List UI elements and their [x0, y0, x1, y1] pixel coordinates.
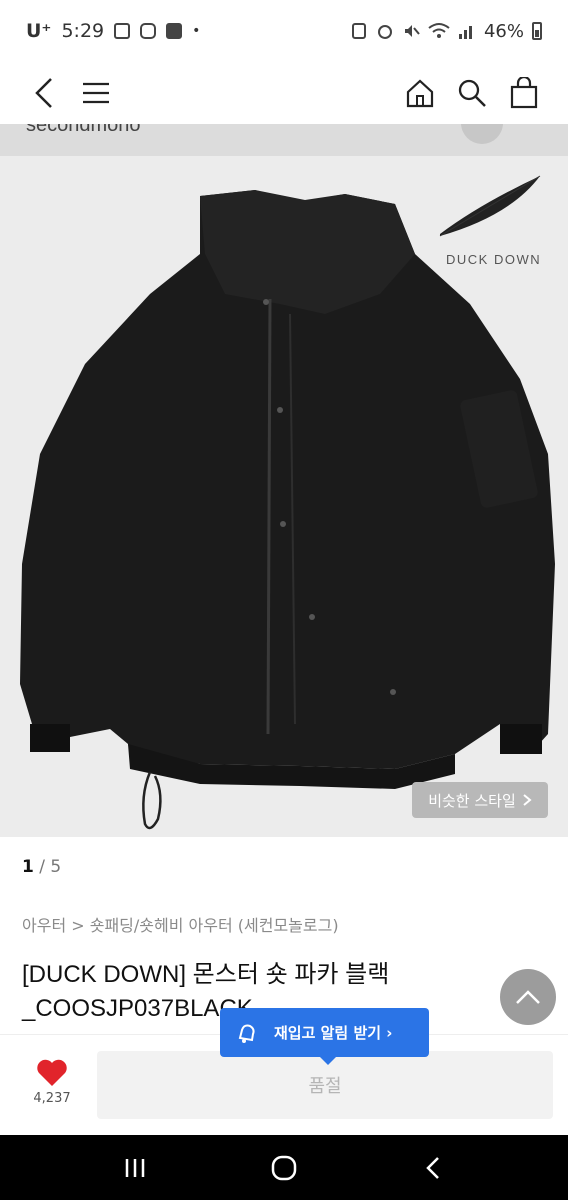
shopping-bag-icon [510, 77, 538, 109]
mute-icon [404, 25, 420, 37]
search-icon [458, 79, 486, 107]
battery-percent: 46% [483, 20, 524, 42]
status-right: 46% [350, 21, 542, 42]
heart-icon [37, 1059, 67, 1086]
home-circle-icon [271, 1155, 297, 1180]
like-count: 4,237 [33, 1091, 71, 1106]
status-left: U⁺ 5:29 • [26, 20, 200, 42]
recent-apps-button[interactable] [105, 1143, 165, 1193]
status-time: 5:29 [61, 20, 105, 42]
restock-alert-button[interactable]: 재입고 알림 받기 › [220, 1008, 429, 1065]
calendar-notification-icon [166, 23, 183, 39]
recycle-icon [351, 23, 366, 39]
search-button[interactable] [450, 71, 494, 115]
battery-icon [532, 22, 542, 40]
home-button[interactable] [398, 71, 442, 115]
scroll-top-button[interactable] [500, 969, 556, 1025]
menu-button[interactable] [74, 71, 118, 115]
alarm-icon [377, 25, 392, 39]
chevron-right-icon [523, 794, 532, 806]
product-jacket-image [20, 175, 555, 830]
home-nav-button[interactable] [254, 1143, 314, 1193]
recent-apps-icon [125, 1158, 144, 1177]
similar-style-button[interactable]: 비슷한 스타일 [412, 782, 548, 818]
soldout-label: 품절 [308, 1076, 342, 1097]
like-button[interactable]: 4,237 [22, 1059, 82, 1106]
product-image-carousel[interactable]: secondmono DUCK DOWN 비슷한 스타일 [0, 124, 568, 837]
pager-total: / 5 [39, 857, 62, 877]
gallery-notification-icon [114, 23, 131, 39]
nav-right [398, 71, 546, 115]
similar-style-label: 비슷한 스타일 [428, 791, 516, 810]
android-nav-bar [0, 1135, 568, 1200]
back-arrow-icon [35, 78, 52, 108]
bell-icon [238, 1024, 255, 1043]
image-pager: 1 / 5 [22, 857, 61, 877]
restock-alert-label: 재입고 알림 받기 › [274, 1024, 393, 1042]
breadcrumb[interactable]: 아우터 > 숏패딩/숏헤비 아우터 (세컨모놀로그) [22, 912, 339, 936]
signal-icon [458, 26, 472, 39]
pager-current: 1 [22, 857, 34, 877]
wifi-icon [428, 23, 450, 38]
cart-button[interactable] [502, 71, 546, 115]
instagram-notification-icon [140, 23, 157, 39]
top-nav [0, 62, 568, 124]
carrier-label: U⁺ [26, 20, 52, 42]
chevron-up-icon [516, 990, 540, 1004]
hamburger-icon [83, 82, 109, 104]
more-notifications-dot: • [192, 23, 201, 39]
home-icon [406, 79, 434, 108]
status-bar: U⁺ 5:29 • 46% [0, 0, 568, 62]
back-chevron-icon [426, 1156, 440, 1179]
back-nav-button[interactable] [403, 1143, 463, 1193]
back-button[interactable] [22, 71, 66, 115]
duck-down-badge: DUCK DOWN [446, 252, 542, 267]
